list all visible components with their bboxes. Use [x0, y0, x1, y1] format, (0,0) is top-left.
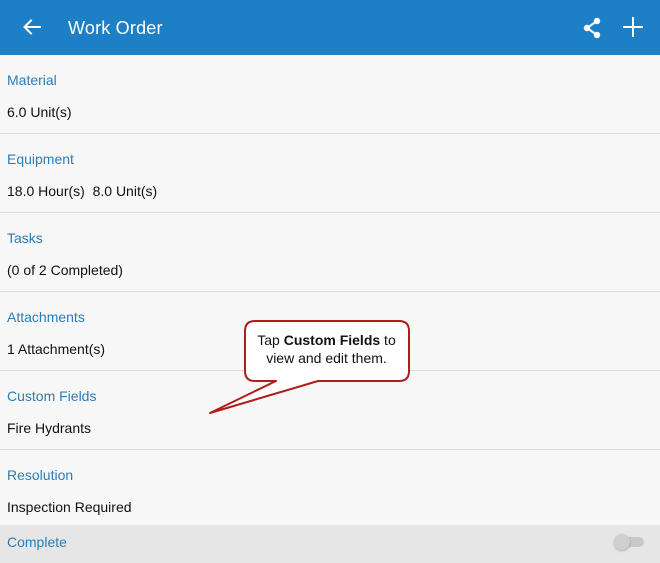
- callout-text: Tap Custom Fields to view and edit them.: [248, 331, 405, 367]
- callout-bubble: [209, 320, 410, 414]
- callout-prefix: Tap: [257, 332, 284, 348]
- callout-bold: Custom Fields: [283, 332, 381, 348]
